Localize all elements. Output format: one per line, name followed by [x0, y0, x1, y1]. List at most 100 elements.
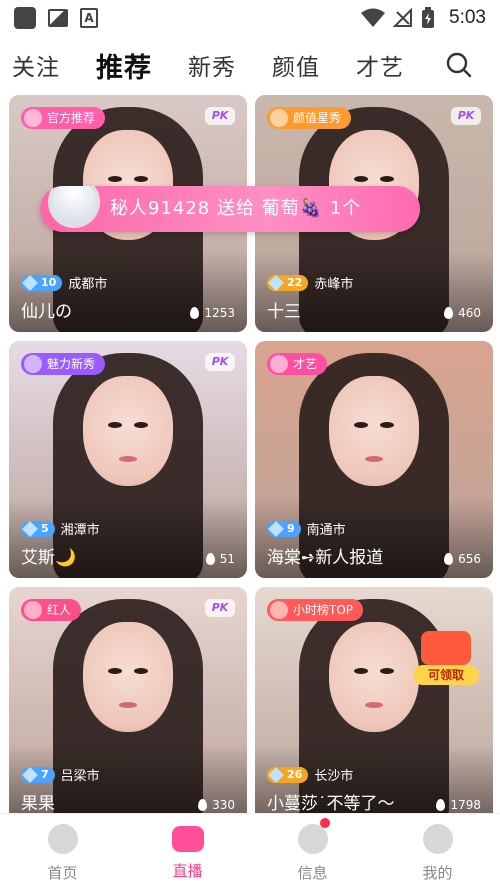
- level-number: 10: [41, 275, 57, 289]
- level-row: 9 南通市: [267, 519, 346, 538]
- lips: [365, 701, 383, 708]
- live-card[interactable]: 才艺 9 南通市 海棠➺新人报道 656: [255, 341, 493, 578]
- city-label: 吕梁市: [60, 769, 100, 784]
- diamond-icon: [268, 766, 284, 783]
- tab-live[interactable]: 直播: [125, 814, 250, 887]
- status-bar: A 5:03: [0, 0, 500, 36]
- heat-value: 330: [212, 798, 235, 812]
- pk-badge: PK: [205, 107, 235, 125]
- streamer-name: 海棠➺新人报道: [267, 548, 384, 568]
- pk-badge: PK: [205, 353, 235, 371]
- heat-count: 51: [205, 552, 235, 566]
- level-row: 5 湘潭市: [21, 519, 100, 538]
- text-notification-icon: A: [80, 8, 98, 28]
- streamer-face: [329, 622, 419, 733]
- level-badge: 9: [267, 520, 301, 537]
- diamond-icon: [268, 274, 284, 291]
- flame-icon: [436, 799, 446, 811]
- level-badge: 5: [21, 520, 55, 537]
- level-number: 5: [41, 521, 49, 535]
- streamer-name: 艾斯🌙: [21, 548, 77, 568]
- gift-message: 秘人91428 送给 葡萄: [110, 198, 300, 219]
- app-notification-icon: [14, 7, 36, 29]
- pk-badge: PK: [205, 599, 235, 617]
- tab-new-talent[interactable]: 新秀: [188, 48, 236, 82]
- tag-icon: [24, 109, 42, 127]
- level-number: 7: [41, 767, 49, 781]
- tab-home[interactable]: 首页: [0, 814, 125, 887]
- wifi-icon: [361, 8, 386, 27]
- battery-icon: [422, 7, 435, 28]
- home-icon: [47, 824, 78, 854]
- heat-count: 330: [198, 798, 235, 812]
- tag-icon: [24, 601, 42, 619]
- streamer-face: [329, 376, 419, 487]
- category-tag: 才艺: [267, 353, 328, 375]
- tab-me[interactable]: 我的: [375, 814, 500, 887]
- streamer-name: 果果: [21, 794, 55, 814]
- category-tag-label: 红人: [47, 603, 72, 617]
- heat-value: 1253: [204, 306, 235, 320]
- flame-icon: [444, 307, 454, 319]
- city-label: 湘潭市: [60, 523, 100, 538]
- streamer-name: 十三: [267, 302, 301, 322]
- level-badge: 7: [21, 766, 55, 783]
- eye: [379, 176, 394, 183]
- category-tag-label: 颜值星秀: [293, 111, 342, 125]
- eye: [379, 668, 394, 675]
- city-label: 成都市: [68, 277, 108, 292]
- heat-value: 460: [458, 306, 481, 320]
- city-label: 赤峰市: [314, 277, 354, 292]
- tag-icon: [24, 355, 42, 373]
- eye: [108, 422, 123, 429]
- gift-banner[interactable]: 秘人91428 送给 葡萄🍇 1个: [40, 186, 420, 232]
- tab-follow[interactable]: 关注: [12, 48, 60, 82]
- tab-messages-label: 信息: [297, 864, 328, 882]
- eye: [133, 422, 148, 429]
- eye: [354, 176, 369, 183]
- streamer-face: [83, 376, 173, 487]
- streamer-face: [83, 622, 173, 733]
- no-signal-icon: [393, 8, 413, 27]
- gift-banner-text: 秘人91428 送给 葡萄🍇 1个: [110, 186, 361, 232]
- flame-icon: [190, 307, 200, 319]
- search-icon[interactable]: [446, 52, 472, 78]
- flame-icon: [205, 553, 215, 565]
- diamond-icon: [22, 274, 38, 291]
- diamond-icon: [268, 520, 284, 537]
- eye: [379, 422, 394, 429]
- category-tag: 魅力新秀: [21, 353, 106, 375]
- bottom-tab-bar: 首页 直播 信息 我的: [0, 813, 500, 887]
- grape-icon: 🍇: [299, 198, 324, 219]
- diamond-icon: [22, 766, 38, 783]
- claim-reward-button[interactable]: 可领取: [413, 631, 479, 685]
- heat-count: 1253: [190, 306, 235, 320]
- tab-looks[interactable]: 颜值: [272, 48, 320, 82]
- flame-icon: [198, 799, 208, 811]
- category-tag-label: 官方推荐: [47, 111, 96, 125]
- unread-dot: [320, 818, 330, 828]
- category-tag-label: 才艺: [293, 357, 318, 371]
- profile-icon: [422, 824, 453, 854]
- lips: [119, 701, 137, 708]
- heat-count: 1798: [436, 798, 481, 812]
- category-tag: 小时榜TOP: [267, 599, 364, 621]
- live-camera-icon: [171, 826, 204, 852]
- eye: [354, 422, 369, 429]
- tab-home-label: 首页: [47, 864, 78, 882]
- diamond-icon: [22, 520, 38, 537]
- category-tag: 红人: [21, 599, 82, 621]
- live-card[interactable]: 小时榜TOP 可领取 26 长沙市 小蔓莎˙不等了～ 1798: [255, 587, 493, 824]
- heat-value: 51: [219, 552, 235, 566]
- tab-recommend[interactable]: 推荐: [96, 46, 152, 85]
- tab-messages[interactable]: 信息: [250, 814, 375, 887]
- tag-icon: [270, 355, 288, 373]
- live-card[interactable]: 魅力新秀 PK 5 湘潭市艾斯🌙 51: [9, 341, 247, 578]
- top-nav: 关注 推荐 新秀 颜值 才艺: [0, 40, 500, 90]
- category-tag: 颜值星秀: [267, 107, 352, 129]
- tab-talent[interactable]: 才艺: [356, 48, 404, 82]
- level-badge: 10: [21, 274, 63, 291]
- live-card[interactable]: 红人 PK 7 吕梁市 果果 330: [9, 587, 247, 824]
- lips: [365, 455, 383, 462]
- claim-label: 可领取: [413, 665, 479, 685]
